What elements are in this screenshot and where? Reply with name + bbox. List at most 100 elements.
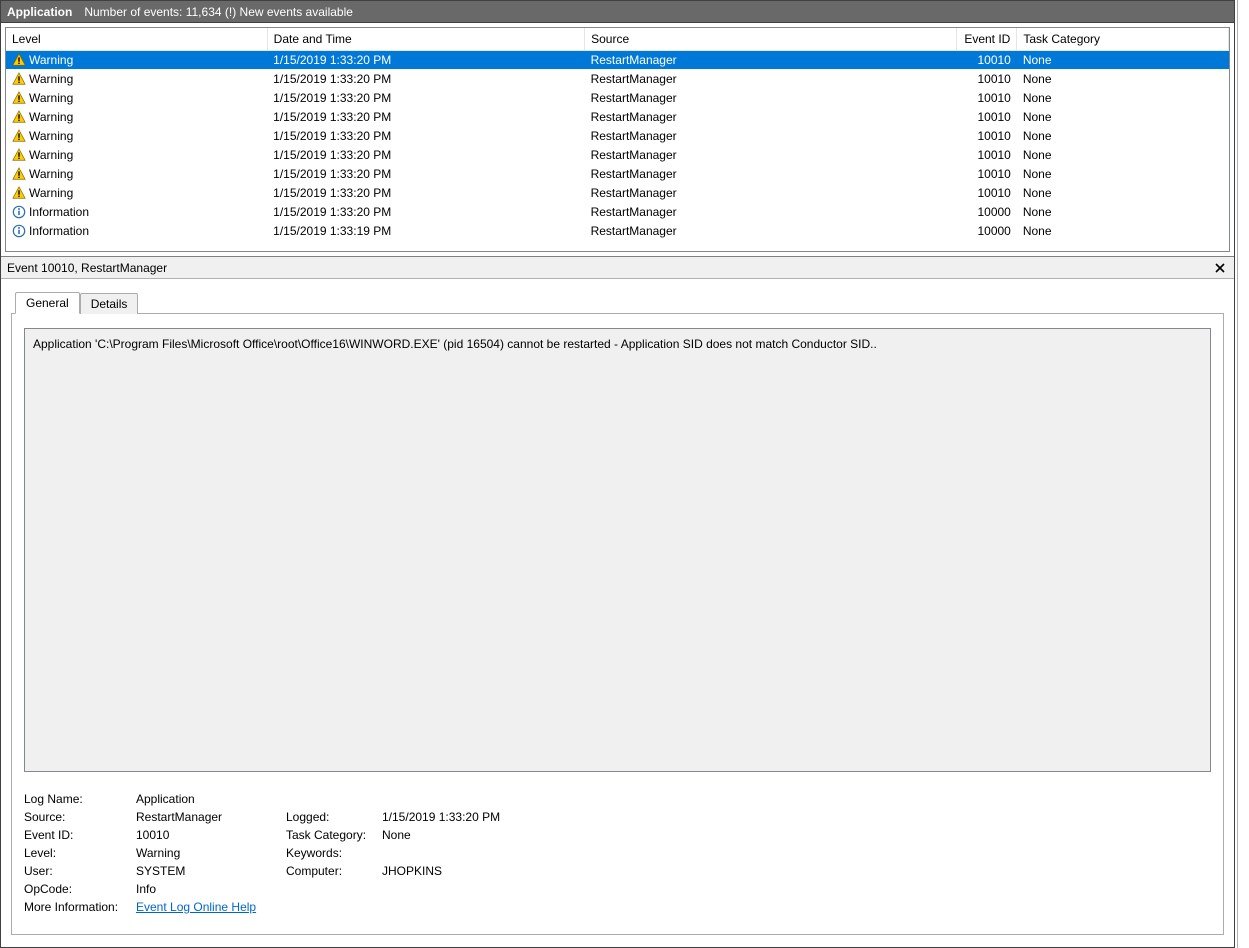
- meta-source-value: RestartManager: [136, 810, 286, 824]
- meta-logname-value: Application: [136, 792, 682, 806]
- table-row[interactable]: Warning 1/15/2019 1:33:20 PMRestartManage…: [6, 107, 1229, 126]
- cell-source: RestartManager: [585, 69, 956, 88]
- event-meta-grid: Log Name: Application Source: RestartMan…: [24, 792, 1211, 914]
- cell-eventid: 10000: [956, 202, 1017, 221]
- warning-icon: [12, 110, 26, 124]
- meta-keywords-value: [382, 846, 682, 860]
- tab-strip: General Details: [11, 289, 1224, 313]
- cell-date: 1/15/2019 1:33:20 PM: [267, 69, 584, 88]
- detail-title: Event 10010, RestartManager: [7, 261, 167, 275]
- close-button[interactable]: [1212, 260, 1228, 276]
- table-row[interactable]: Information1/15/2019 1:33:20 PMRestartMa…: [6, 202, 1229, 221]
- cell-task: None: [1017, 221, 1229, 240]
- meta-moreinfo-value: Event Log Online Help: [136, 900, 682, 914]
- meta-eventid-label: Event ID:: [24, 828, 136, 842]
- meta-computer-label: Computer:: [286, 864, 382, 878]
- meta-logged-value: 1/15/2019 1:33:20 PM: [382, 810, 682, 824]
- column-date[interactable]: Date and Time: [267, 28, 584, 50]
- cell-date: 1/15/2019 1:33:20 PM: [267, 145, 584, 164]
- cell-eventid: 10000: [956, 221, 1017, 240]
- cell-eventid: 10010: [956, 69, 1017, 88]
- events-count-text: Number of events: 11,634 (!) New events …: [84, 5, 353, 19]
- log-header-bar: Application Number of events: 11,634 (!)…: [1, 1, 1234, 23]
- cell-level-text: Warning: [29, 110, 73, 124]
- log-name-header: Application: [7, 5, 72, 19]
- cell-date: 1/15/2019 1:33:20 PM: [267, 50, 584, 69]
- cell-level: Warning: [6, 88, 267, 107]
- cell-task: None: [1017, 202, 1229, 221]
- detail-tab-area: General Details Application 'C:\Program …: [1, 279, 1234, 945]
- cell-task: None: [1017, 164, 1229, 183]
- tab-body-general: Application 'C:\Program Files\Microsoft …: [11, 313, 1224, 935]
- meta-opcode-label: OpCode:: [24, 882, 136, 896]
- cell-date: 1/15/2019 1:33:20 PM: [267, 107, 584, 126]
- cell-source: RestartManager: [585, 221, 956, 240]
- cell-source: RestartManager: [585, 88, 956, 107]
- event-list-scroll[interactable]: Level Date and Time Source Event ID Task…: [5, 27, 1230, 252]
- cell-eventid: 10010: [956, 183, 1017, 202]
- meta-user-value: SYSTEM: [136, 864, 286, 878]
- cell-source: RestartManager: [585, 107, 956, 126]
- cell-level: Information: [6, 221, 267, 240]
- cell-eventid: 10010: [956, 126, 1017, 145]
- online-help-link[interactable]: Event Log Online Help: [136, 900, 256, 914]
- warning-icon: [12, 148, 26, 162]
- cell-date: 1/15/2019 1:33:20 PM: [267, 164, 584, 183]
- cell-source: RestartManager: [585, 126, 956, 145]
- cell-level-text: Information: [29, 224, 89, 238]
- cell-level: Information: [6, 202, 267, 221]
- cell-eventid: 10010: [956, 164, 1017, 183]
- info-icon: [12, 205, 26, 219]
- cell-date: 1/15/2019 1:33:19 PM: [267, 221, 584, 240]
- cell-level-text: Warning: [29, 72, 73, 86]
- warning-icon: [12, 186, 26, 200]
- info-icon: [12, 224, 26, 238]
- cell-task: None: [1017, 183, 1229, 202]
- column-task[interactable]: Task Category: [1017, 28, 1229, 50]
- cell-level: Warning: [6, 107, 267, 126]
- cell-task: None: [1017, 88, 1229, 107]
- main-panel: Application Number of events: 11,634 (!)…: [0, 0, 1235, 948]
- cell-eventid: 10010: [956, 88, 1017, 107]
- meta-taskcat-value: None: [382, 828, 682, 842]
- cell-task: None: [1017, 107, 1229, 126]
- cell-level-text: Warning: [29, 53, 73, 67]
- tab-details[interactable]: Details: [80, 293, 139, 314]
- cell-date: 1/15/2019 1:33:20 PM: [267, 88, 584, 107]
- close-icon: [1215, 263, 1225, 273]
- table-row[interactable]: Warning1/15/2019 1:33:20 PMRestartManage…: [6, 183, 1229, 202]
- cell-level-text: Warning: [29, 129, 73, 143]
- column-eventid[interactable]: Event ID: [956, 28, 1017, 50]
- table-row[interactable]: Warning 1/15/2019 1:33:20 PMRestartManage…: [6, 50, 1229, 69]
- table-row[interactable]: Information 1/15/2019 1:33:19 PMRestartMa…: [6, 221, 1229, 240]
- tab-general[interactable]: General: [15, 292, 80, 314]
- cell-source: RestartManager: [585, 145, 956, 164]
- cell-task: None: [1017, 50, 1229, 69]
- detail-header-bar: Event 10010, RestartManager: [1, 257, 1234, 279]
- cell-level: Warning: [6, 69, 267, 88]
- event-table: Level Date and Time Source Event ID Task…: [6, 28, 1229, 240]
- warning-icon: [12, 167, 26, 181]
- column-source[interactable]: Source: [585, 28, 956, 50]
- table-row[interactable]: Warning1/15/2019 1:33:20 PMRestartManage…: [6, 145, 1229, 164]
- cell-level: Warning: [6, 50, 267, 69]
- meta-source-label: Source:: [24, 810, 136, 824]
- table-row[interactable]: Warning 1/15/2019 1:33:20 PMRestartManage…: [6, 126, 1229, 145]
- table-row[interactable]: Warning 1/15/2019 1:33:20 PMRestartManage…: [6, 69, 1229, 88]
- cell-source: RestartManager: [585, 50, 956, 69]
- cell-level: Warning: [6, 126, 267, 145]
- meta-level-label: Level:: [24, 846, 136, 860]
- warning-icon: [12, 91, 26, 105]
- cell-date: 1/15/2019 1:33:20 PM: [267, 126, 584, 145]
- table-row[interactable]: Warning1/15/2019 1:33:20 PMRestartManage…: [6, 164, 1229, 183]
- table-row[interactable]: Warning1/15/2019 1:33:20 PMRestartManage…: [6, 88, 1229, 107]
- event-description-box[interactable]: Application 'C:\Program Files\Microsoft …: [24, 328, 1211, 772]
- cell-level: Warning: [6, 183, 267, 202]
- cell-task: None: [1017, 145, 1229, 164]
- event-list-container: Level Date and Time Source Event ID Task…: [1, 23, 1234, 257]
- meta-logged-label: Logged:: [286, 810, 382, 824]
- column-level[interactable]: Level: [6, 28, 267, 50]
- cell-source: RestartManager: [585, 202, 956, 221]
- warning-icon: [12, 53, 26, 67]
- cell-date: 1/15/2019 1:33:20 PM: [267, 202, 584, 221]
